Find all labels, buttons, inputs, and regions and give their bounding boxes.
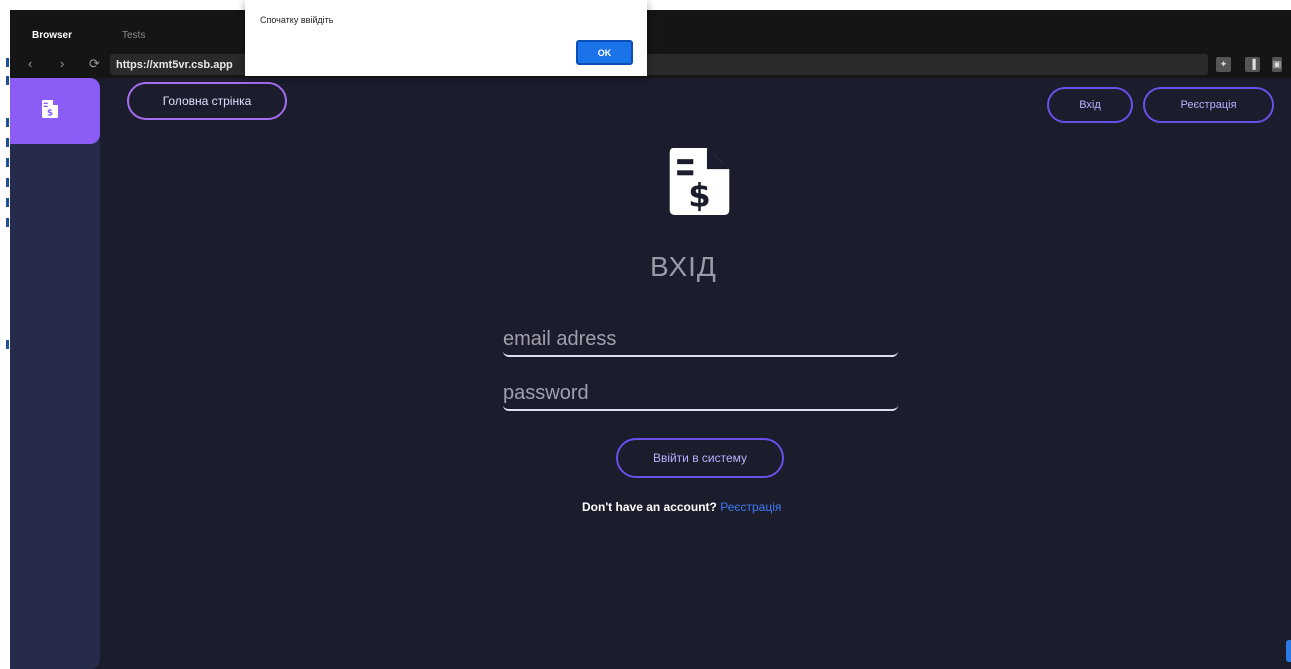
login-submit-button[interactable]: Ввійти в систему (616, 438, 784, 478)
new-window-icon[interactable]: ▣ (1272, 57, 1282, 72)
sidebar: $ (10, 78, 100, 669)
tab-tests[interactable]: Tests (122, 30, 145, 41)
invoice-dollar-icon: $ (42, 100, 58, 118)
edge-mark (6, 158, 9, 167)
split-view-icon[interactable]: ▐ (1245, 57, 1260, 72)
tab-browser[interactable]: Browser (27, 30, 77, 54)
signup-link[interactable]: Реєстрація (720, 500, 781, 514)
alert-ok-button[interactable]: OK (576, 40, 633, 65)
alert-dialog: Спочатку ввійдіть OK (245, 0, 647, 76)
svg-text:$: $ (47, 108, 53, 118)
forward-icon[interactable]: › (60, 57, 64, 71)
sidebar-item-invoices[interactable]: $ (10, 78, 100, 144)
edge-mark (6, 218, 9, 227)
page-title: ВХІД (650, 251, 717, 282)
invoice-dollar-icon: $ (669, 148, 730, 215)
edge-mark (6, 340, 9, 349)
refresh-icon[interactable]: ⟳ (89, 57, 100, 71)
feedback-tab[interactable] (1286, 640, 1291, 662)
left-window-edge (0, 10, 10, 669)
edge-mark (6, 178, 9, 187)
password-field[interactable] (503, 377, 898, 411)
screen: Browser Tests ‹ › ⟳ ✦ ▐ ▣ $ Голов (0, 0, 1291, 669)
edge-mark (6, 198, 9, 207)
home-button[interactable]: Головна стрінка (127, 82, 287, 120)
svg-text:$: $ (688, 176, 710, 214)
login-nav-button[interactable]: Вхід (1047, 87, 1133, 123)
alert-message: Спочатку ввійдіть (260, 15, 334, 25)
sandbox-app: Browser Tests ‹ › ⟳ ✦ ▐ ▣ $ Голов (10, 10, 1291, 669)
signup-prompt: Don't have an account? Реєстрація (582, 500, 781, 514)
signup-prompt-text: Don't have an account? (582, 500, 717, 514)
email-field[interactable] (503, 323, 898, 357)
ide-tab-bar: Browser Tests (10, 10, 1291, 54)
edge-mark (6, 118, 9, 127)
edge-mark (6, 138, 9, 147)
register-nav-button[interactable]: Реєстрація (1143, 87, 1274, 123)
edge-mark (6, 58, 9, 67)
devtools-icon[interactable]: ✦ (1216, 57, 1231, 72)
edge-mark (6, 76, 9, 85)
back-icon[interactable]: ‹ (28, 57, 32, 71)
url-bar: ‹ › ⟳ ✦ ▐ ▣ (10, 52, 1291, 78)
